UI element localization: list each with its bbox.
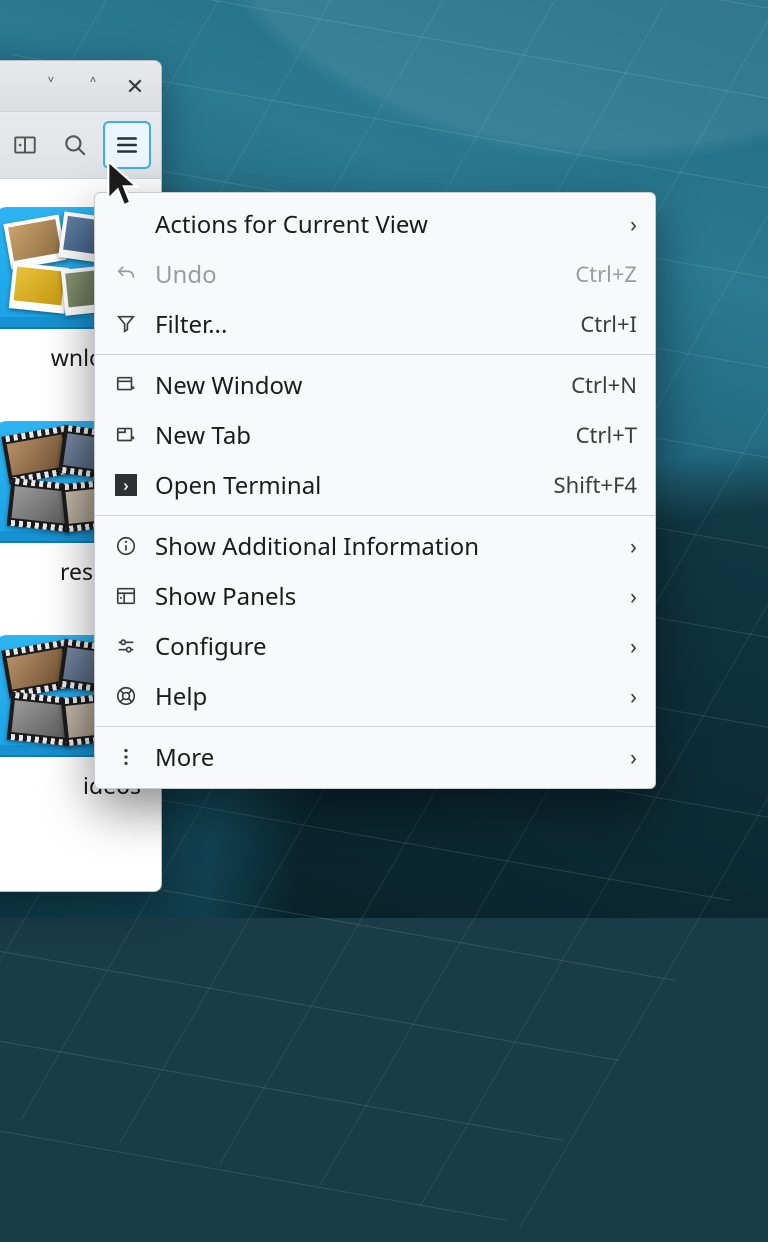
menu-item-configure[interactable]: Configure › bbox=[95, 621, 655, 671]
menu-item-open-terminal[interactable]: Open Terminal Shift+F4 bbox=[95, 460, 655, 510]
menu-item-help[interactable]: Help › bbox=[95, 671, 655, 721]
menu-item-shortcut: Ctrl+I bbox=[580, 309, 637, 339]
menu-item-shortcut: Ctrl+Z bbox=[575, 259, 637, 289]
menu-item-label: Undo bbox=[155, 258, 559, 291]
new-tab-icon bbox=[113, 424, 139, 446]
sliders-icon bbox=[113, 635, 139, 657]
menu-item-label: More bbox=[155, 741, 614, 774]
chevron-right-icon: › bbox=[630, 209, 637, 239]
menu-item-show-additional-info[interactable]: Show Additional Information › bbox=[95, 521, 655, 571]
file-manager-toolbar bbox=[0, 112, 161, 179]
chevron-right-icon: › bbox=[630, 742, 637, 772]
menu-item-new-tab[interactable]: New Tab Ctrl+T bbox=[95, 410, 655, 460]
terminal-icon bbox=[113, 474, 139, 496]
menu-item-shortcut: Ctrl+N bbox=[571, 370, 637, 400]
new-window-icon bbox=[113, 374, 139, 396]
hamburger-menu: Actions for Current View › Undo Ctrl+Z F… bbox=[94, 192, 656, 789]
window-close-button[interactable]: ✕ bbox=[123, 75, 147, 97]
menu-item-label: Show Panels bbox=[155, 580, 614, 613]
chevron-right-icon: › bbox=[630, 531, 637, 561]
window-minimize-button[interactable]: ˅ bbox=[39, 75, 63, 97]
menu-separator bbox=[95, 515, 655, 516]
menu-item-label: New Window bbox=[155, 369, 555, 402]
split-view-button[interactable] bbox=[3, 123, 47, 167]
menu-item-label: Filter... bbox=[155, 308, 564, 341]
menu-item-more[interactable]: More › bbox=[95, 732, 655, 782]
chevron-right-icon: › bbox=[630, 631, 637, 661]
menu-item-shortcut: Shift+F4 bbox=[554, 470, 637, 500]
hamburger-menu-button[interactable] bbox=[103, 121, 151, 169]
window-maximize-button[interactable]: ˄ bbox=[81, 75, 105, 97]
menu-item-label: New Tab bbox=[155, 419, 560, 452]
menu-separator bbox=[95, 726, 655, 727]
menu-item-show-panels[interactable]: Show Panels › bbox=[95, 571, 655, 621]
menu-separator bbox=[95, 354, 655, 355]
chevron-right-icon: › bbox=[630, 581, 637, 611]
lifebuoy-icon bbox=[113, 685, 139, 707]
more-vertical-icon bbox=[113, 746, 139, 768]
menu-item-new-window[interactable]: New Window Ctrl+N bbox=[95, 360, 655, 410]
menu-item-filter[interactable]: Filter... Ctrl+I bbox=[95, 299, 655, 349]
menu-item-undo: Undo Ctrl+Z bbox=[95, 249, 655, 299]
menu-item-label: Actions for Current View bbox=[155, 208, 614, 241]
info-icon bbox=[113, 535, 139, 557]
funnel-icon bbox=[113, 313, 139, 335]
menu-item-label: Configure bbox=[155, 630, 614, 663]
panels-icon bbox=[113, 585, 139, 607]
menu-item-label: Show Additional Information bbox=[155, 530, 614, 563]
menu-item-label: Help bbox=[155, 680, 614, 713]
menu-item-label: Open Terminal bbox=[155, 469, 538, 502]
window-titlebar: ˅ ˄ ✕ bbox=[0, 61, 161, 112]
menu-item-shortcut: Ctrl+T bbox=[576, 420, 637, 450]
menu-item-actions-current-view[interactable]: Actions for Current View › bbox=[95, 199, 655, 249]
undo-icon bbox=[113, 263, 139, 285]
search-button[interactable] bbox=[53, 123, 97, 167]
chevron-right-icon: › bbox=[630, 681, 637, 711]
